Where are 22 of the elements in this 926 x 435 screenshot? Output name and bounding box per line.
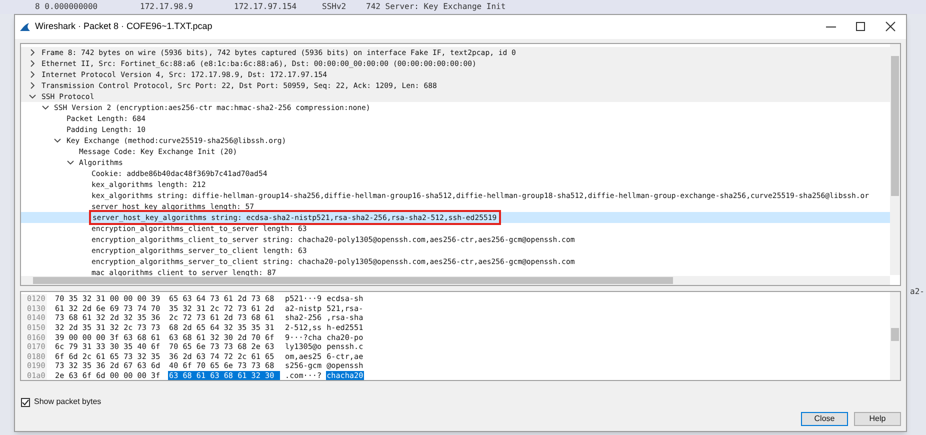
checkbox[interactable] <box>21 398 30 406</box>
scrollbar-thumb[interactable] <box>891 328 899 341</box>
checkbox-label: Show packet bytes <box>34 396 102 408</box>
packet-number-time: 8 0.000000000 <box>35 1 99 13</box>
packet-destination: 172.17.97.154 <box>234 1 298 13</box>
background-text-fragment: a2- <box>910 286 924 298</box>
vertical-scrollbar[interactable] <box>890 44 900 275</box>
packet-protocol: SSHv2 <box>322 1 348 13</box>
shark-fin-icon <box>19 22 31 32</box>
dialog-button[interactable]: Help <box>854 412 901 426</box>
scrollbar-thumb[interactable] <box>891 56 899 196</box>
chevron-down-icon[interactable] <box>66 159 74 166</box>
scrollbar-thumb[interactable] <box>33 277 673 284</box>
packet-info: 742 Server: Key Exchange Init <box>366 1 506 13</box>
checkmark-icon <box>22 398 29 406</box>
horizontal-scrollbar[interactable] <box>21 276 890 285</box>
show-packet-bytes-checkbox[interactable]: Show packet bytes <box>21 396 906 408</box>
chevron-down-icon[interactable] <box>54 137 61 144</box>
window-title: Wireshark · Packet 8 · COFE96~1.TXT.pcap <box>35 20 212 34</box>
packet-source: 172.17.98.9 <box>140 1 194 13</box>
vertical-scrollbar[interactable] <box>890 292 900 380</box>
dialog-button[interactable]: Close <box>801 412 848 426</box>
